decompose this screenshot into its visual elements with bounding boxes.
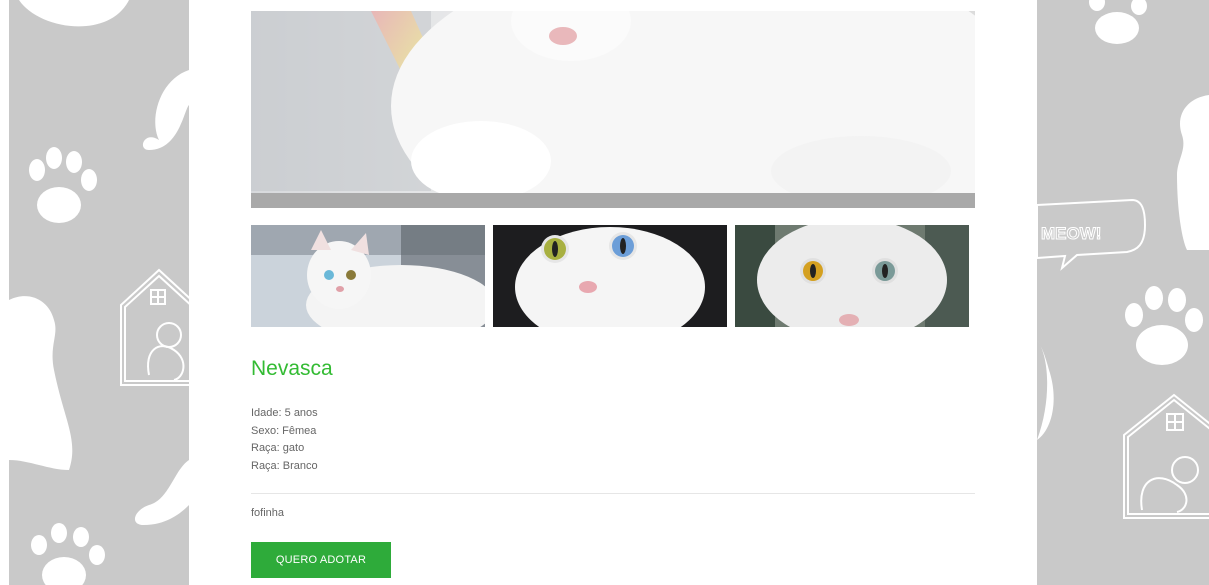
adopt-button[interactable]: QUERO ADOTAR <box>251 542 391 578</box>
cat-house-icon <box>1123 393 1209 519</box>
paw-icon <box>29 147 97 223</box>
divider <box>251 493 975 494</box>
paw-icon <box>19 0 129 27</box>
paw-icon <box>1125 286 1203 365</box>
pet-detail-card: Nevasca Idade: 5 anos Sexo: Fêmea Raça: … <box>189 0 1037 585</box>
pet-details: Idade: 5 anos Sexo: Fêmea Raça: gato Raç… <box>251 405 318 475</box>
dog-silhouette-icon <box>1177 95 1209 250</box>
pet-thumbnail-2[interactable] <box>493 225 727 327</box>
detail-sex: Sexo: Fêmea <box>251 424 317 437</box>
pet-thumbnail-3[interactable] <box>735 225 969 327</box>
paw-icon <box>1089 0 1147 44</box>
cat-house-icon <box>120 268 189 386</box>
pet-description: fofinha <box>251 507 285 519</box>
pet-name: Nevasca <box>251 357 333 380</box>
paw-icon <box>31 523 105 585</box>
dog-silhouette-icon <box>9 296 73 470</box>
pet-main-photo[interactable] <box>251 11 975 208</box>
right-pattern-panel: MEOW! <box>1037 0 1209 585</box>
pet-thumbnail-1[interactable] <box>251 225 485 327</box>
speech-bubble-icon: MEOW! <box>1037 198 1147 271</box>
detail-age: Idade: 5 anos <box>251 407 318 419</box>
svg-text:MEOW!: MEOW! <box>1041 224 1101 243</box>
left-pattern-panel <box>9 0 189 585</box>
detail-color: Raça: Branco <box>251 459 318 472</box>
detail-breed: Raça: gato <box>251 442 305 454</box>
